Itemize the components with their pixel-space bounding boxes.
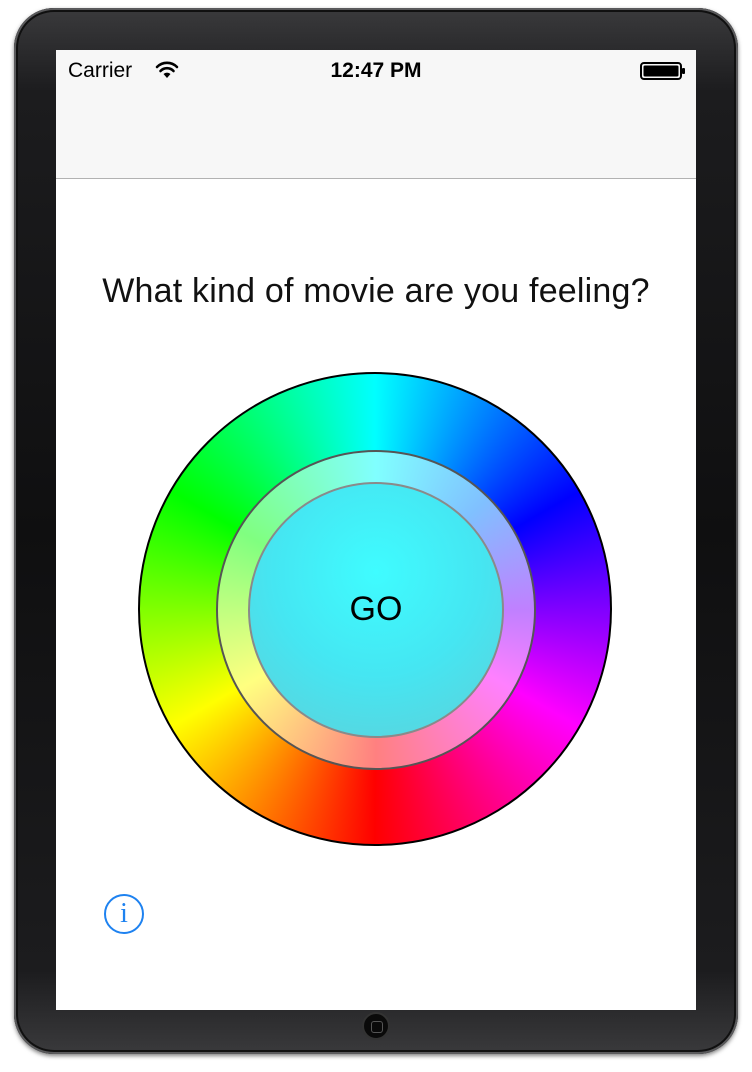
go-button[interactable]: GO [248, 482, 504, 738]
go-label: GO [349, 590, 403, 628]
home-square-icon [371, 1021, 383, 1033]
page-title: What kind of movie are you feeling? [102, 272, 650, 310]
navigation-bar [56, 90, 696, 179]
battery-icon [640, 62, 685, 80]
home-button[interactable] [362, 1012, 390, 1040]
clock: 12:47 PM [330, 59, 422, 82]
info-glyph: i [120, 898, 128, 929]
info-icon[interactable]: i [104, 894, 144, 934]
status-bar: Carrier 12:47 PM [56, 50, 696, 90]
app-screen: Carrier 12:47 PM What kind of movie are … [56, 50, 696, 1010]
